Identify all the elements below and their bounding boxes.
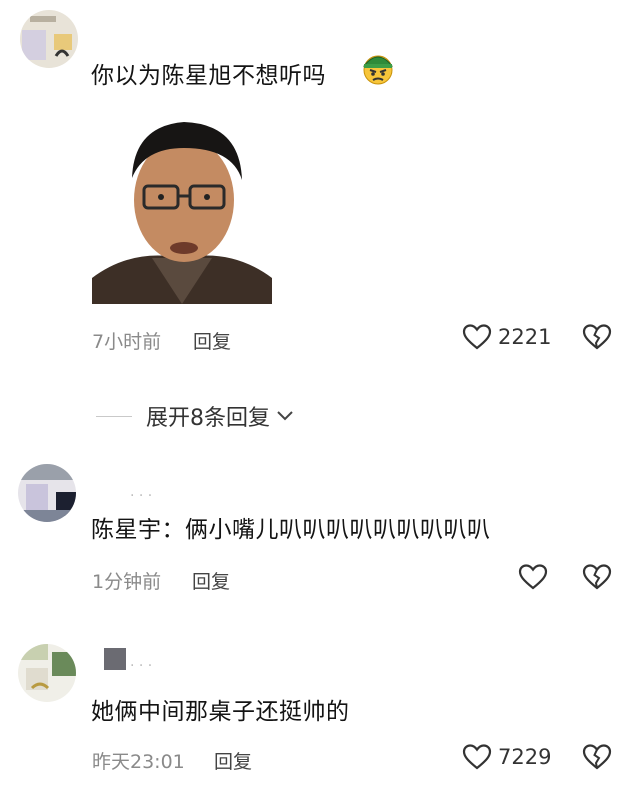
comment-text: 你以为陈星旭不想听吗 — [91, 63, 326, 89]
broken-heart-icon — [582, 324, 612, 350]
like-button[interactable]: 2221 — [462, 323, 551, 351]
like-count: 7229 — [498, 745, 552, 769]
expand-replies-button[interactable]: 展开8条回复 — [96, 400, 294, 432]
reply-button[interactable]: 回复 — [192, 567, 230, 594]
like-count: 2221 — [498, 325, 552, 349]
comment-time: 7小时前 — [92, 331, 162, 353]
dislike-button[interactable] — [582, 743, 612, 775]
username-dots: · · · — [130, 658, 153, 674]
avatar-image — [18, 644, 76, 702]
comment-item-3: · · · 她俩中间那桌子还挺帅的 昨天23:01 回复 7229 — [0, 630, 640, 810]
dislike-button[interactable] — [582, 323, 612, 355]
reply-button[interactable]: 回复 — [214, 747, 252, 774]
username-masked: · · · — [130, 488, 153, 504]
username-masked — [104, 648, 126, 670]
expand-replies-label: 展开8条回复 — [146, 406, 270, 431]
avatar[interactable] — [20, 10, 78, 68]
heart-outline-icon — [462, 324, 492, 350]
comment-text: 她俩中间那桌子还挺帅的 — [91, 699, 350, 725]
broken-heart-icon — [582, 564, 612, 590]
like-button[interactable] — [518, 563, 548, 595]
heart-outline-icon — [462, 744, 492, 770]
comment-time: 1分钟前 — [92, 571, 162, 593]
divider-line — [96, 415, 132, 417]
comment-text: 陈星宇：俩小嘴儿叭叭叭叭叭叭叭叭叭 — [91, 517, 491, 543]
reply-button[interactable]: 回复 — [193, 327, 231, 354]
broken-heart-icon — [582, 744, 612, 770]
avatar[interactable] — [18, 464, 76, 522]
comment-item-1: 你以为陈星旭不想听吗 7小时前 回复 2221 — [0, 0, 640, 380]
comment-item-2: · · · 陈星宇：俩小嘴儿叭叭叭叭叭叭叭叭叭 1分钟前 回复 — [0, 450, 640, 610]
comment-time: 昨天23:01 — [92, 751, 185, 773]
meme-image[interactable] — [92, 108, 272, 304]
like-button[interactable]: 7229 — [462, 743, 551, 771]
avatar-image — [18, 464, 76, 522]
heart-outline-icon — [518, 564, 548, 590]
dislike-button[interactable] — [582, 563, 612, 595]
angry-face-with-helmet-emoji-icon — [360, 50, 396, 86]
avatar-image — [20, 10, 78, 68]
chevron-down-icon — [277, 411, 293, 421]
avatar[interactable] — [18, 644, 76, 702]
